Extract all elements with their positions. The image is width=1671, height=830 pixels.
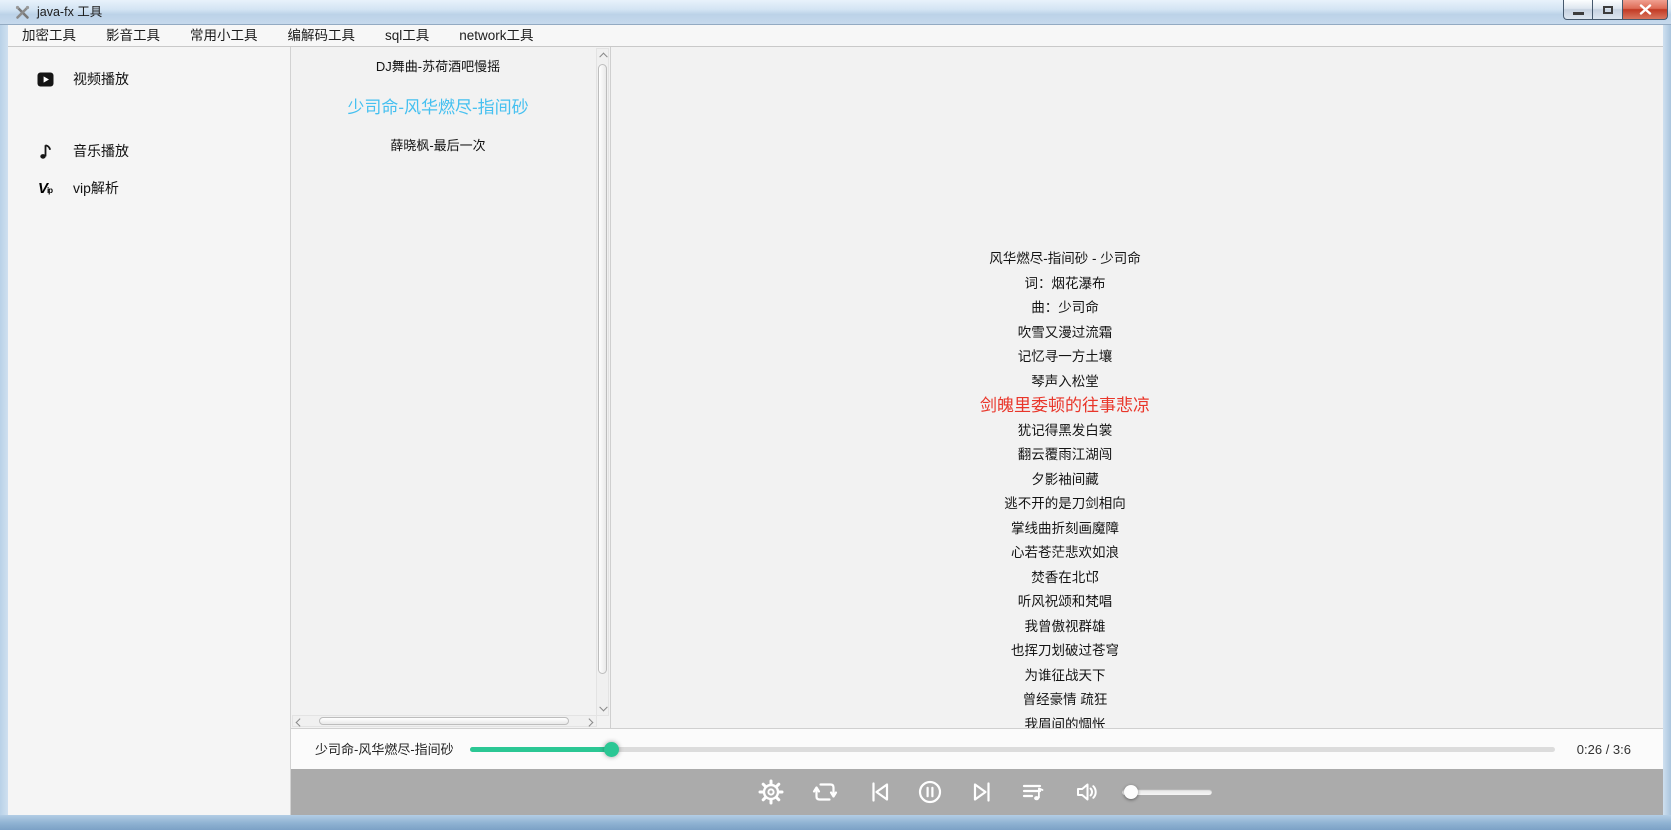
sidebar-item-music-play[interactable]: 音乐播放 — [8, 138, 291, 164]
lyric-line: 焚香在北邙 — [612, 566, 1518, 591]
volume-button[interactable] — [1073, 778, 1101, 806]
menu-bar: 加密工具 影音工具 常用小工具 编解码工具 sql工具 network工具 — [8, 25, 1663, 47]
lyric-line: 记忆寻一方土壤 — [612, 345, 1518, 370]
lyric-line: 词：烟花瀑布 — [612, 272, 1518, 297]
previous-icon — [866, 778, 894, 806]
repeat-icon — [811, 778, 839, 806]
menu-common-tools[interactable]: 常用小工具 — [182, 25, 266, 47]
music-note-icon — [35, 143, 55, 160]
minimize-button[interactable] — [1563, 0, 1593, 20]
playlist-panel: DJ舞曲-苏荷酒吧慢摇 少司命-风华燃尽-指间砂 薛晓枫-最后一次 — [291, 47, 611, 728]
sidebar-item-label: vip解析 — [73, 178, 119, 198]
window-border-bottom — [0, 815, 1671, 830]
lyric-line: 心若苍茫悲欢如浪 — [612, 541, 1518, 566]
now-playing-label: 少司命-风华燃尽-指间砂 — [315, 729, 454, 770]
next-button[interactable] — [968, 778, 996, 806]
previous-button[interactable] — [866, 778, 894, 806]
progress-fill — [470, 747, 611, 752]
playlist-item-selected[interactable]: 少司命-风华燃尽-指间砂 — [291, 93, 585, 118]
lyric-line-active: 剑魄里委顿的往事悲凉 — [612, 394, 1518, 419]
window-controls — [1563, 0, 1668, 20]
video-play-icon — [35, 72, 55, 87]
close-button[interactable] — [1623, 0, 1668, 20]
sidebar-item-vip-parse[interactable]: Vip vip解析 — [8, 175, 291, 201]
menu-codec-tools[interactable]: 编解码工具 — [280, 25, 364, 47]
sidebar-item-label: 音乐播放 — [73, 141, 129, 161]
window-title: java-fx 工具 — [37, 0, 102, 25]
speaker-icon — [1073, 778, 1101, 806]
time-display: 0:26 / 3:6 — [1577, 729, 1631, 770]
app-tools-icon — [15, 5, 30, 20]
lyric-line: 听风祝颂和梵唱 — [612, 590, 1518, 615]
lyric-line: 翻云覆雨江湖闯 — [612, 443, 1518, 468]
lyric-line: 曲：少司命 — [612, 296, 1518, 321]
window-border-left — [0, 25, 8, 815]
menu-encrypt-tools[interactable]: 加密工具 — [14, 25, 84, 47]
scroll-up-icon[interactable] — [599, 53, 609, 63]
settings-button[interactable] — [757, 778, 785, 806]
scroll-left-icon[interactable] — [296, 718, 306, 728]
player-bar: 少司命-风华燃尽-指间砂 0:26 / 3:6 — [291, 728, 1663, 769]
lyric-line: 犹记得黑发白裳 — [612, 419, 1518, 444]
lyric-stack: 风华燃尽-指间砂 - 少司命 词：烟花瀑布 曲：少司命 吹雪又漫过流霜 记忆寻一… — [612, 247, 1518, 728]
app-content: 加密工具 影音工具 常用小工具 编解码工具 sql工具 network工具 视频… — [8, 25, 1663, 815]
next-icon — [968, 778, 996, 806]
lyric-line: 我眉间的惆怅 — [612, 713, 1518, 729]
gear-icon — [757, 778, 785, 806]
vip-icon: Vip — [35, 180, 55, 197]
lyric-line: 逃不开的是刀剑相向 — [612, 492, 1518, 517]
title-bar[interactable]: java-fx 工具 — [0, 0, 1671, 25]
playlist-vertical-scrollbar[interactable] — [596, 48, 609, 716]
playlist-item[interactable]: DJ舞曲-苏荷酒吧慢摇 — [291, 56, 585, 75]
lyric-line: 吹雪又漫过流霜 — [612, 321, 1518, 346]
lyric-line: 为谁征战天下 — [612, 664, 1518, 689]
menu-network-tools[interactable]: network工具 — [451, 25, 541, 47]
repeat-button[interactable] — [811, 778, 839, 806]
menu-sql-tools[interactable]: sql工具 — [377, 25, 437, 47]
volume-slider[interactable] — [1122, 789, 1212, 795]
maximize-button[interactable] — [1593, 0, 1623, 20]
progress-slider[interactable] — [470, 747, 1555, 752]
minimize-icon — [1573, 12, 1584, 15]
lyric-line: 掌线曲折刻画魔障 — [612, 517, 1518, 542]
horizontal-scroll-thumb[interactable] — [319, 717, 569, 725]
lyric-line: 我曾傲视群雄 — [612, 615, 1518, 640]
menu-media-tools[interactable]: 影音工具 — [98, 25, 168, 47]
sidebar-item-video-play[interactable]: 视频播放 — [8, 66, 291, 92]
lyric-line: 夕影袖间藏 — [612, 468, 1518, 493]
maximize-icon — [1603, 6, 1613, 14]
volume-thumb[interactable] — [1124, 785, 1138, 799]
lyric-line: 琴声入松堂 — [612, 370, 1518, 395]
pause-button[interactable] — [916, 778, 944, 806]
sidebar-item-label: 视频播放 — [73, 69, 129, 89]
playlist-horizontal-scrollbar[interactable] — [292, 715, 597, 727]
pause-icon — [916, 778, 944, 806]
close-icon — [1639, 4, 1652, 15]
control-bar — [291, 769, 1663, 815]
scroll-right-icon[interactable] — [584, 718, 594, 728]
lyric-line: 曾经豪情 疏狂 — [612, 688, 1518, 713]
vertical-scroll-thumb[interactable] — [598, 64, 607, 674]
desktop: java-fx 工具 加密工具 影音工具 常用小工具 编解码工具 sql工具 n… — [0, 0, 1671, 830]
window-border-right — [1663, 25, 1671, 815]
lyrics-panel: 风华燃尽-指间砂 - 少司命 词：烟花瀑布 曲：少司命 吹雪又漫过流霜 记忆寻一… — [612, 47, 1663, 728]
lyric-line: 也挥刀划破过苍穹 — [612, 639, 1518, 664]
progress-thumb[interactable] — [604, 742, 619, 757]
sidebar: 视频播放 音乐播放 Vip vip解析 — [8, 47, 291, 815]
play-queue-button[interactable] — [1019, 778, 1047, 806]
lyric-line-title: 风华燃尽-指间砂 - 少司命 — [612, 247, 1518, 272]
playlist-icon — [1019, 778, 1047, 806]
playlist-item[interactable]: 薛晓枫-最后一次 — [291, 135, 585, 154]
scroll-down-icon[interactable] — [599, 702, 609, 712]
